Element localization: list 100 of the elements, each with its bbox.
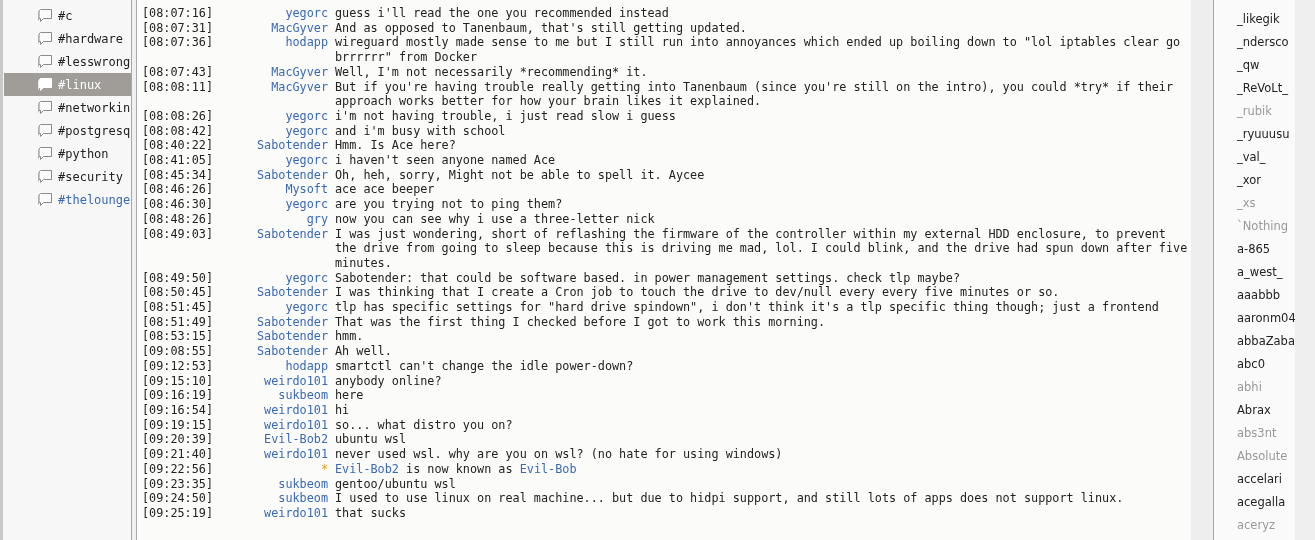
message-text: Sabotender: that could be software based. in power management settings. check tlp maybe? xyxy=(335,270,961,286)
message-text: Well, I'm not necessarily *recommending* it. xyxy=(335,64,649,80)
nick-link[interactable]: sukbeom xyxy=(225,388,328,403)
nick-link[interactable]: yegorc xyxy=(225,270,328,286)
chat-bubble-icon xyxy=(37,31,54,46)
nick-link[interactable]: weirdo101 xyxy=(225,505,328,521)
message-text: wireguard mostly made sense to me but I still run into annoyances which ended up boiling down to "lol iptables clear go brrrrrr" from Docker xyxy=(335,35,1182,65)
message-text: now you can see why i use a three-letter nick xyxy=(335,211,656,227)
timestamp: [08:07:36] xyxy=(142,35,215,52)
message-text: I used to use linux on real machine... but due to hidpi support, and still lots of apps does not support linux. xyxy=(335,491,1125,506)
user-name[interactable]: _ryuuusu xyxy=(1237,123,1295,146)
nick-link[interactable]: weirdo101 xyxy=(225,447,328,462)
message-text: smartctl can't change the idle power-down? xyxy=(335,358,635,374)
user-name[interactable]: _ReVoLt_ xyxy=(1237,77,1295,100)
channel-item[interactable]: #thelounge xyxy=(4,188,131,211)
timestamp: [08:08:11] xyxy=(142,79,215,96)
user-name[interactable]: abs3nt xyxy=(1237,422,1295,445)
nick-link[interactable]: Evil-Bob2 xyxy=(225,432,328,448)
channel-item[interactable]: #lesswrong xyxy=(4,50,131,73)
message-text: never used wsl. why are you on wsl? (no hate for using windows) xyxy=(335,447,784,462)
user-name[interactable]: a-865 xyxy=(1237,238,1295,261)
user-name[interactable]: aaronm04 xyxy=(1237,307,1295,330)
message-text: Oh, heh, sorry, Might not be able to spell it. Aycee xyxy=(335,167,706,183)
user-name[interactable]: acegalla xyxy=(1237,491,1295,514)
nick-link[interactable]: sukbeom xyxy=(225,476,328,492)
timestamp: [08:49:50] xyxy=(142,270,215,286)
nick-link[interactable]: Evil-Bob xyxy=(519,461,577,476)
chat-bubble-icon xyxy=(37,123,54,138)
message-text: And as opposed to Tanenbaum, that's still getting updated. xyxy=(335,20,748,36)
user-name[interactable]: abc0 xyxy=(1237,353,1295,376)
nick-link[interactable]: Sabotender xyxy=(225,285,328,301)
nick-link[interactable]: MacGyver xyxy=(225,79,328,109)
timestamp: [08:53:15] xyxy=(142,329,215,345)
message-text: here xyxy=(335,388,365,403)
message-text: That was the first thing I checked before I got to work this morning. xyxy=(335,314,827,330)
message-text: gentoo/ubuntu wsl xyxy=(335,476,457,492)
nick-link[interactable]: Sabotender xyxy=(225,167,328,183)
nick-link[interactable]: hodapp xyxy=(225,358,328,374)
channel-item[interactable]: #postgresq xyxy=(4,119,131,142)
nick-link[interactable]: MacGyver xyxy=(225,64,328,80)
nick-link[interactable]: gry xyxy=(225,211,328,227)
user-name[interactable]: _likegik xyxy=(1237,8,1295,31)
channel-item[interactable]: #c xyxy=(4,4,131,27)
nick-link[interactable]: Mysoft xyxy=(225,182,328,198)
channel-item[interactable]: #security xyxy=(4,165,131,188)
nick-link[interactable]: weirdo101 xyxy=(225,417,328,433)
nick-link[interactable]: yegorc xyxy=(225,6,328,21)
timestamp: [08:08:26] xyxy=(142,108,215,124)
user-name[interactable]: _rubik xyxy=(1237,100,1295,123)
channel-item[interactable]: #hardware xyxy=(4,27,131,50)
nick-link[interactable]: yegorc xyxy=(225,108,328,124)
user-name[interactable]: _qw xyxy=(1237,54,1295,77)
channel-item[interactable]: #networkin xyxy=(4,96,131,119)
nick-link[interactable]: weirdo101 xyxy=(225,373,328,389)
user-name[interactable]: Abrax xyxy=(1237,399,1295,422)
user-name[interactable]: aaabbb xyxy=(1237,284,1295,307)
message-text: I was just wondering, short of reflashing the firmware of the controller within my external HDD enclosure, to prevent the drive from going to sleep because this is driving me mad, lol. I could blink, and the drive had spun down after five minutes. xyxy=(335,226,1189,271)
nick-link[interactable]: yegorc xyxy=(225,197,328,212)
nick-link[interactable]: Sabotender xyxy=(225,314,328,330)
user-name[interactable]: _ndersco xyxy=(1237,31,1295,54)
user-name[interactable]: accelari xyxy=(1237,468,1295,491)
timestamp: [08:08:42] xyxy=(142,123,215,139)
chat-bubble-icon xyxy=(37,169,54,184)
user-name[interactable]: a_west_ xyxy=(1237,261,1295,284)
chat-bubble-icon xyxy=(37,192,54,207)
timestamp: [09:15:10] xyxy=(142,373,215,389)
message-text: But if you're having trouble really getting into Tanenbaum (since you're still on the intro), you could *try* if their approach works better for how your brain likes it explained. xyxy=(335,79,1175,109)
user-name[interactable]: aceryz xyxy=(1237,514,1295,537)
message-text: i'm not having trouble, i just read slow i guess xyxy=(335,108,677,124)
nick-link[interactable]: Sabotender xyxy=(225,329,328,345)
message-text: Ah well. xyxy=(335,344,393,359)
nick-link[interactable]: yegorc xyxy=(225,123,328,139)
nick-link[interactable]: Sabotender xyxy=(225,226,328,271)
message-text: that sucks xyxy=(335,505,408,521)
message-text: ace ace beeper xyxy=(335,182,436,198)
user-name[interactable]: _xor xyxy=(1237,169,1295,192)
splitter-bar[interactable] xyxy=(1191,0,1214,540)
nick-link[interactable]: yegorc xyxy=(225,153,328,168)
message-text: are you trying not to ping them? xyxy=(335,197,564,212)
nick-link[interactable]: hodapp xyxy=(225,35,328,65)
user-name[interactable]: abhi xyxy=(1237,376,1295,399)
nick-link[interactable]: sukbeom xyxy=(225,491,328,506)
timestamp: [09:23:35] xyxy=(142,476,215,492)
nick-link[interactable]: Sabotender xyxy=(225,138,328,154)
nick-link[interactable]: MacGyver xyxy=(225,20,328,36)
user-name[interactable]: abbaZaba xyxy=(1237,330,1295,353)
timestamp: [08:41:05] xyxy=(142,153,215,168)
nick-link[interactable]: weirdo101 xyxy=(225,403,328,418)
timestamp: [09:08:55] xyxy=(142,344,215,359)
nick-link[interactable]: yegorc xyxy=(225,300,328,315)
message-text: and i'm busy with school xyxy=(335,123,507,139)
user-name[interactable]: _xs xyxy=(1237,192,1295,215)
user-name[interactable]: `Nothing xyxy=(1237,215,1295,238)
nick-link[interactable]: Sabotender xyxy=(225,344,328,359)
user-name[interactable]: _val_ xyxy=(1237,146,1295,169)
nick-link[interactable]: Evil-Bob2 xyxy=(335,461,399,476)
channel-item[interactable]: #python xyxy=(4,142,131,165)
message-text: hi xyxy=(335,403,351,418)
timestamp: [09:16:19] xyxy=(142,388,215,403)
user-name[interactable]: Absolute xyxy=(1237,445,1295,468)
